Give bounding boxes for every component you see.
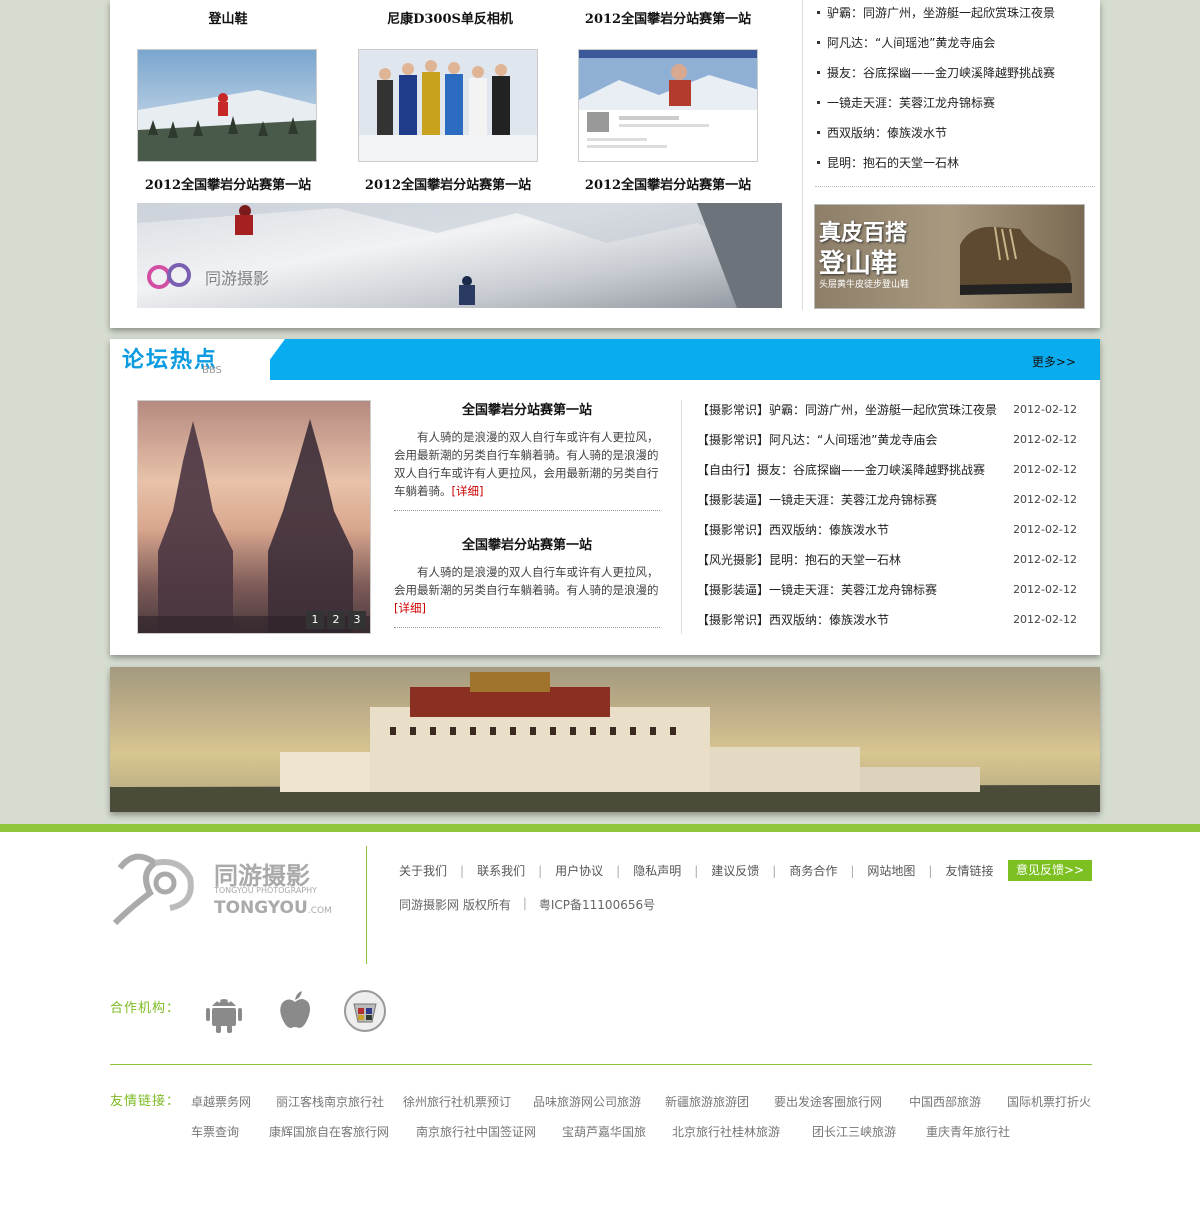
friend-link[interactable]: 徐州旅行社机票预订 (403, 1093, 511, 1110)
thread-item[interactable]: 【风光摄影】昆明：抱石的天堂一石林 2012-02-12 (697, 549, 1077, 579)
cadillac-icon[interactable] (342, 988, 388, 1034)
thread-item[interactable]: 【自由行】摄友：谷底探幽——金刀峡溪降越野挑战赛 2012-02-12 (697, 459, 1077, 489)
product-image-ski[interactable] (137, 49, 317, 162)
product-title-1[interactable]: 登山鞋 (128, 8, 328, 27)
footer-link[interactable]: 商务合作 (789, 862, 837, 879)
product-image-profile[interactable] (578, 49, 758, 162)
logo-text-en: TONGYOU PHOTOGRAPHY (214, 886, 318, 895)
copyright: 同游摄影网 版权所有 | 粤ICP备11100656号 (399, 896, 656, 913)
footer-link[interactable]: 建议反馈 (711, 862, 759, 879)
news-item[interactable]: 驴霸：同游广州，坐游艇一起欣赏珠江夜景 (815, 0, 1095, 30)
thread-item[interactable]: 【摄影常识】西双版纳：傣族泼水节 2012-02-12 (697, 519, 1077, 549)
friend-links-row-2: 车票查询 康辉国旅自在客旅行网 南京旅行社中国签证网 宝葫芦嘉华国旅 北京旅行社… (0, 1123, 1200, 1141)
watermark-logo-text: 同游摄影 (205, 269, 270, 288)
footer-divider (0, 824, 1200, 832)
product-image-group[interactable] (358, 49, 538, 162)
page-button[interactable]: 1 (306, 611, 324, 629)
product-caption-3[interactable]: 2012全国攀岩分站赛第一站 (568, 174, 768, 193)
footer-link[interactable]: 用户协议 (555, 862, 603, 879)
forum-article: 全国攀岩分站赛第一站 有人骑的是浪漫的双人自行车或许有人更拉风，会用最新潮的另类… (394, 400, 660, 511)
divider (815, 186, 1095, 187)
forum-subtitle: BBS (202, 365, 222, 376)
product-caption-2[interactable]: 2012全国攀岩分站赛第一站 (348, 174, 548, 193)
partner-label: 合作机构： (110, 1001, 181, 1016)
friend-link[interactable]: 南京旅行社中国签证网 (416, 1123, 536, 1140)
palace-banner[interactable] (110, 667, 1100, 812)
thread-item[interactable]: 【摄影装逼】一镜走天涯：芙蓉江龙舟锦标赛 2012-02-12 (697, 489, 1077, 519)
friend-link[interactable]: 重庆青年旅行社 (926, 1123, 1010, 1140)
android-icon[interactable] (201, 988, 247, 1034)
friend-link[interactable]: 新疆旅游旅游团 (665, 1093, 749, 1110)
more-link[interactable]: 更多>> (1032, 353, 1076, 370)
icp-number[interactable]: 粤ICP备11100656号 (539, 896, 655, 913)
divider (110, 1064, 1092, 1065)
thread-item[interactable]: 【摄影装逼】一镜走天涯：芙蓉江龙舟锦标赛 2012-02-12 (697, 579, 1077, 609)
products-panel: 登山鞋 尼康D300S单反相机 2012全国攀岩分站赛第一站 2012全国攀岩分… (110, 0, 1100, 328)
friend-link[interactable]: 北京旅行社桂林旅游 (672, 1123, 780, 1140)
friend-links-row-1: 卓越票务网 丽江客栈南京旅行社 徐州旅行社机票预订 品味旅游网公司旅游 新疆旅游… (0, 1093, 1200, 1111)
forum-slideshow[interactable]: 1 2 3 (137, 400, 371, 634)
friend-link[interactable]: 国际机票打折火 (1007, 1093, 1091, 1110)
article-title[interactable]: 全国攀岩分站赛第一站 (394, 400, 660, 422)
forum-article: 全国攀岩分站赛第一站 有人骑的是浪漫的双人自行车或许有人更拉风，会用最新潮的另类… (394, 535, 660, 628)
product-title-2[interactable]: 尼康D300S单反相机 (350, 8, 550, 27)
thread-item[interactable]: 【摄影常识】西双版纳：傣族泼水节 2012-02-12 (697, 609, 1077, 639)
news-item[interactable]: 阿凡达：“人间瑶池”黄龙寺庙会 (815, 30, 1095, 60)
article-body: 有人骑的是浪漫的双人自行车或许有人更拉风，会用最新潮的另类自行车躺着骑。有人骑的… (394, 565, 659, 615)
feedback-button[interactable]: 意见反馈>> (1008, 860, 1092, 881)
friend-link[interactable]: 卓越票务网 (191, 1093, 251, 1110)
divider (366, 846, 367, 964)
page-button[interactable]: 2 (327, 611, 345, 629)
footer-link[interactable]: 关于我们 (399, 862, 447, 879)
boot-icon (960, 226, 1072, 295)
slide-pager: 1 2 3 (306, 611, 366, 629)
footer-logo[interactable]: 同游摄影 TONGYOU PHOTOGRAPHY TONGYOU.COM (110, 848, 332, 928)
friend-link[interactable]: 中国西部旅游 (909, 1093, 981, 1110)
divider (681, 400, 682, 634)
footer-link[interactable]: 网站地图 (867, 862, 915, 879)
forum-panel: 论坛热点 BBS 更多>> 1 2 3 全国攀岩分站赛第一站 有人骑的是浪漫的双… (110, 339, 1100, 655)
thread-item[interactable]: 【摄影常识】驴霸：同游广州，坐游艇一起欣赏珠江夜景 2012-02-12 (697, 399, 1077, 429)
friend-link[interactable]: 要出发途客圈旅行网 (774, 1093, 882, 1110)
copyright-text: 同游摄影网 版权所有 (399, 898, 511, 912)
footer-nav: 关于我们 | 联系我们 | 用户协议 | 隐私声明 | 建议反馈 | 商务合作 | 网站地图… (399, 862, 1011, 879)
product-caption-1[interactable]: 2012全国攀岩分站赛第一站 (128, 174, 328, 193)
ad-line-3: 头层黄牛皮徒步登山鞋 (819, 280, 910, 290)
divider (802, 0, 803, 310)
article-body: 有人骑的是浪漫的双人自行车或许有人更拉风，会用最新潮的另类自行车躺着骑。有人骑的… (394, 430, 659, 498)
detail-link[interactable]: [详细] (394, 601, 426, 615)
friend-link[interactable]: 车票查询 (191, 1123, 239, 1140)
mountain-banner[interactable]: 同游摄影 (137, 203, 782, 308)
friend-link[interactable]: 康辉国旅自在客旅行网 (269, 1123, 389, 1140)
friend-link[interactable]: 丽江客栈南京旅行社 (276, 1093, 384, 1110)
page-button[interactable]: 3 (348, 611, 366, 629)
footer-link[interactable]: 隐私声明 (633, 862, 681, 879)
logo-domain: TONGYOU.COM (214, 898, 332, 918)
ad-line-2: 登山鞋 (819, 249, 898, 279)
footer-link[interactable]: 友情链接 (945, 862, 993, 879)
friend-link[interactable]: 团长江三峡旅游 (812, 1123, 896, 1140)
apple-icon[interactable] (272, 988, 318, 1034)
friend-link[interactable]: 宝葫芦嘉华国旅 (562, 1123, 646, 1140)
logo-icon (112, 853, 194, 926)
news-list: 驴霸：同游广州，坐游艇一起欣赏珠江夜景 阿凡达：“人间瑶池”黄龙寺庙会 摄友：谷… (815, 0, 1095, 180)
forum-thread-list: 【摄影常识】驴霸：同游广州，坐游艇一起欣赏珠江夜景 2012-02-12 【摄影常… (697, 399, 1077, 639)
news-item[interactable]: 西双版纳：傣族泼水节 (815, 120, 1095, 150)
product-title-3[interactable]: 2012全国攀岩分站赛第一站 (568, 8, 768, 27)
shoe-ad[interactable]: 真皮百搭 登山鞋 头层黄牛皮徒步登山鞋 (814, 204, 1085, 309)
forum-header: 论坛热点 BBS 更多>> (110, 339, 1100, 380)
friend-link[interactable]: 品味旅游网公司旅游 (533, 1093, 641, 1110)
detail-link[interactable]: [详细] (452, 484, 484, 498)
footer-link[interactable]: 联系我们 (477, 862, 525, 879)
thread-item[interactable]: 【摄影常识】阿凡达：“人间瑶池”黄龙寺庙会 2012-02-12 (697, 429, 1077, 459)
news-item[interactable]: 摄友：谷底探幽——金刀峡溪降越野挑战赛 (815, 60, 1095, 90)
news-item[interactable]: 一镜走天涯：芙蓉江龙舟锦标赛 (815, 90, 1095, 120)
news-item[interactable]: 昆明：抱石的天堂一石林 (815, 150, 1095, 180)
article-title[interactable]: 全国攀岩分站赛第一站 (394, 535, 660, 557)
